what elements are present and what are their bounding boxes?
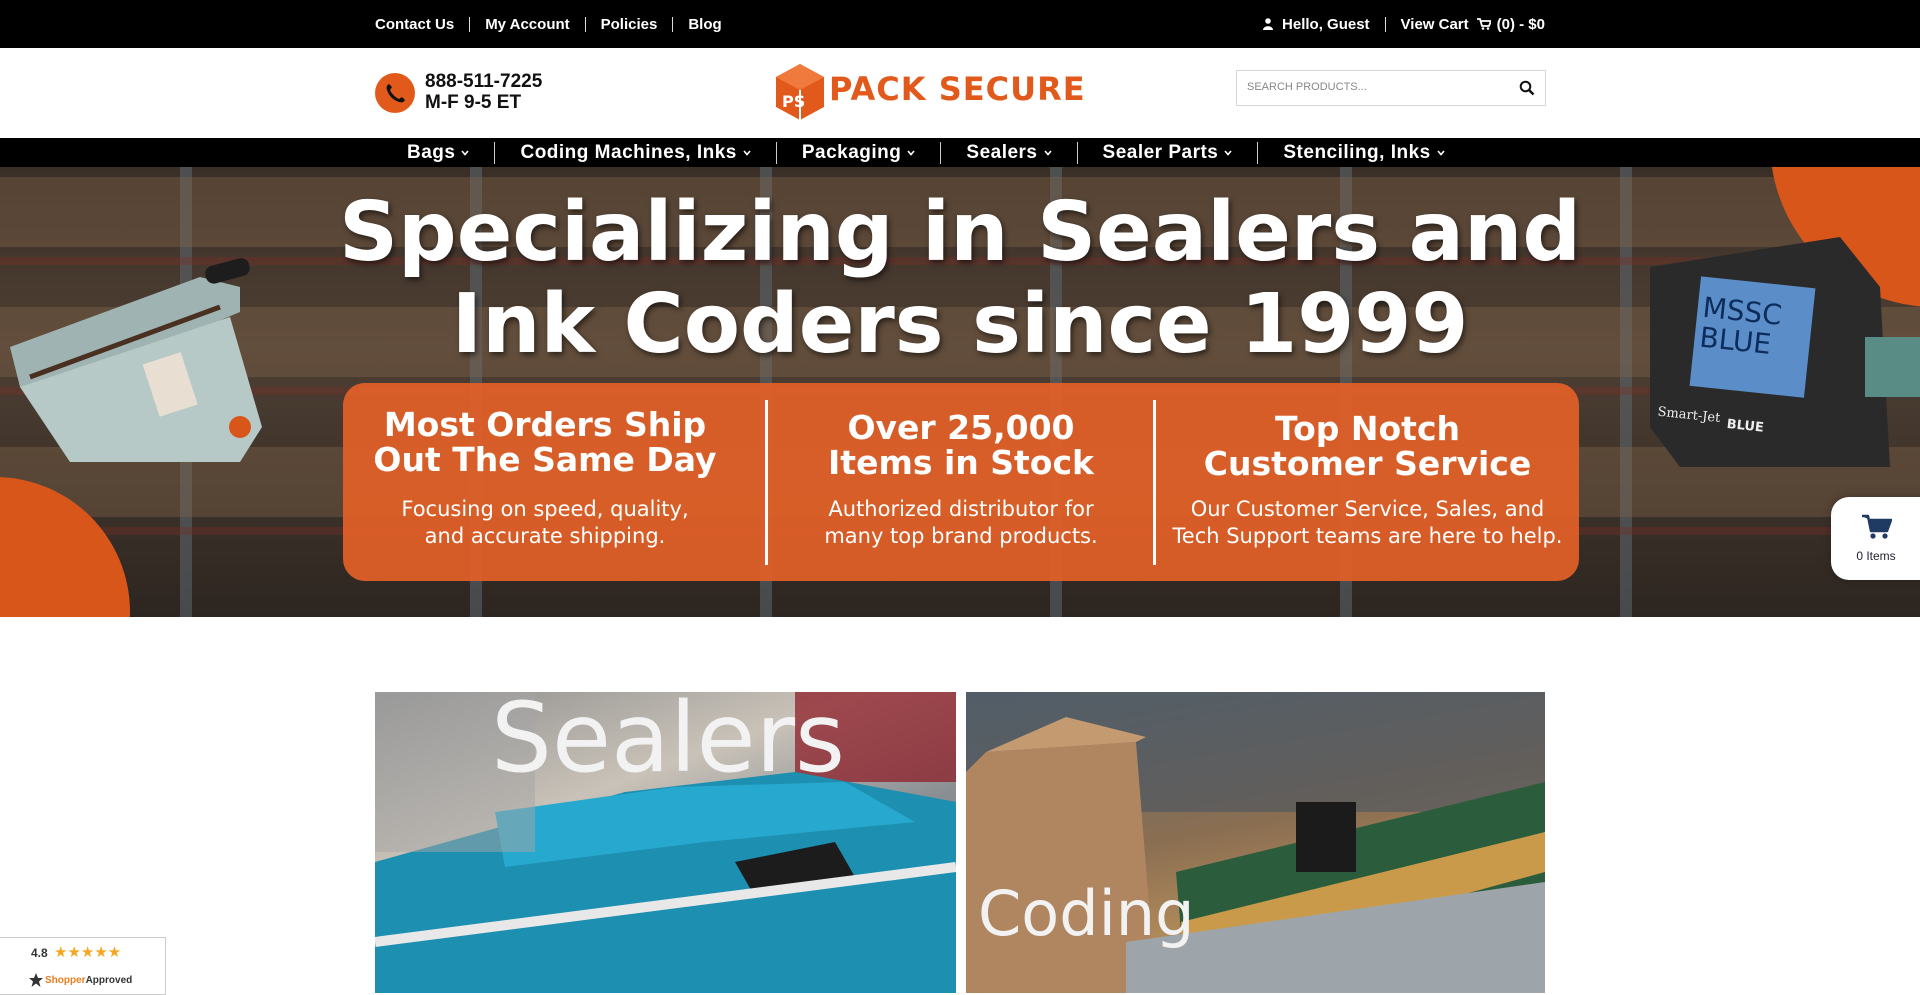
chevron-down-icon (461, 149, 470, 156)
site-header: 888-511-7225 M-F 9-5 ET PS PACK SECURE (0, 48, 1920, 138)
nav-item-sealers[interactable]: Sealers (940, 141, 1076, 164)
shopping-cart-icon (1862, 514, 1892, 539)
chevron-down-icon (743, 149, 751, 156)
search-box (1236, 70, 1546, 106)
rating-brand: ShopperApproved (45, 975, 132, 986)
hero-title: Specializing in Sealers and Ink Coders s… (0, 187, 1920, 371)
divider (672, 16, 674, 32)
hero-banner: MSSC BLUE Smart-Jet BLUE Specializing in… (0, 167, 1920, 617)
nav-item-sealer-parts[interactable]: Sealer Parts (1076, 141, 1258, 164)
hero-title-line-1: Specializing in Sealers and (338, 185, 1582, 280)
chevron-down-icon (1437, 149, 1445, 156)
feature-shipping: Most Orders Ship Out The Same Day Focusi… (343, 383, 747, 581)
nav-item-bags[interactable]: Bags (382, 142, 494, 164)
blog-link[interactable]: Blog (688, 16, 721, 33)
contact-us-link[interactable]: Contact Us (375, 16, 454, 33)
phone-icon[interactable] (375, 73, 415, 113)
chevron-down-icon (1043, 149, 1052, 156)
feature-text-line: many top brand products. (824, 524, 1098, 548)
category-label-sealers: Sealers (491, 692, 846, 794)
floating-cart-button[interactable]: 0 Items (1831, 497, 1920, 580)
feature-text-line: Authorized distributor for (828, 497, 1094, 521)
category-label-coding: Coding (978, 877, 1195, 950)
feature-heading-line: Over 25,000 (847, 408, 1075, 447)
divider (584, 16, 586, 32)
phone-number[interactable]: 888-511-7225 (425, 71, 542, 92)
nav-label: Stenciling, Inks (1283, 141, 1431, 163)
feature-heading: Over 25,000 Items in Stock (768, 410, 1154, 480)
main-navigation: Bags Coding Machines, Inks Packaging Sea… (0, 138, 1920, 167)
feature-heading-line: Items in Stock (828, 443, 1094, 482)
feature-panel: Most Orders Ship Out The Same Day Focusi… (343, 383, 1579, 581)
feature-heading-line: Top Notch (1274, 409, 1461, 448)
feature-text-line: Tech Support teams are here to help. (1172, 524, 1563, 548)
hero-title-line-2: Ink Coders since 1999 (451, 277, 1469, 372)
feature-text: Focusing on speed, quality, and accurate… (343, 496, 747, 550)
feature-text-line: and accurate shipping. (424, 524, 666, 548)
brand-prefix: Shopper (45, 975, 86, 986)
nav-label: Bags (407, 141, 456, 163)
feature-heading: Most Orders Ship Out The Same Day (343, 407, 747, 477)
feature-heading-line: Most Orders Ship (383, 405, 707, 444)
feature-heading: Top Notch Customer Service (1156, 411, 1579, 481)
rating-score: 4.8 (31, 946, 48, 960)
star-icon: ★★★★★ (54, 944, 122, 961)
business-hours: M-F 9-5 ET (425, 92, 522, 113)
feature-heading-line: Customer Service (1203, 444, 1532, 483)
feature-text: Our Customer Service, Sales, and Tech Su… (1156, 496, 1579, 550)
feature-service: Top Notch Customer Service Our Customer … (1156, 383, 1579, 581)
user-icon (1263, 18, 1274, 30)
nav-label: Packaging (801, 141, 902, 163)
feature-heading-line: Out The Same Day (373, 440, 717, 479)
feature-text-line: Our Customer Service, Sales, and (1190, 497, 1545, 521)
category-tile-coding[interactable]: Coding (966, 692, 1545, 993)
logo-text: PACK SECURE (829, 70, 1086, 108)
account-cart-area: Hello, Guest View Cart (0) - $0 (1263, 0, 1545, 48)
logo-mark-icon: PS (776, 64, 824, 120)
top-utility-bar: Contact Us My Account Policies Blog Hell… (0, 0, 1920, 48)
search-icon[interactable] (1519, 80, 1535, 96)
policies-link[interactable]: Policies (601, 16, 658, 33)
chevron-down-icon (907, 149, 915, 156)
greeting-text[interactable]: Hello, Guest (1282, 16, 1370, 33)
floating-cart-count: 0 Items (1856, 549, 1896, 563)
nav-item-coding-machines[interactable]: Coding Machines, Inks (494, 141, 775, 164)
nav-label: Sealer Parts (1102, 141, 1219, 163)
nav-item-stenciling[interactable]: Stenciling, Inks (1257, 141, 1469, 164)
divider (469, 16, 471, 32)
search-input[interactable] (1237, 71, 1517, 103)
cart-icon[interactable] (1476, 18, 1491, 30)
shopper-approved-badge[interactable]: 4.8 ★★★★★ ShopperApproved (0, 937, 166, 995)
view-cart-link[interactable]: View Cart (1401, 16, 1469, 33)
phone-info: 888-511-7225 M-F 9-5 ET (425, 71, 542, 113)
approved-star-icon (29, 973, 43, 987)
category-tile-sealers[interactable]: Sealers (375, 692, 956, 993)
nav-label: Coding Machines, Inks (520, 141, 737, 163)
chevron-down-icon (1224, 149, 1232, 156)
nav-item-packaging[interactable]: Packaging (775, 141, 941, 164)
feature-stock: Over 25,000 Items in Stock Authorized di… (768, 383, 1154, 581)
svg-text:PS: PS (782, 92, 805, 111)
feature-text-line: Focusing on speed, quality, (401, 497, 689, 521)
divider (1384, 16, 1386, 32)
my-account-link[interactable]: My Account (485, 16, 569, 33)
cart-summary[interactable]: (0) - $0 (1497, 16, 1545, 33)
brand-suffix: Approved (85, 975, 133, 986)
top-links: Contact Us My Account Policies Blog (375, 0, 722, 48)
feature-text: Authorized distributor for many top bran… (768, 496, 1154, 550)
nav-label: Sealers (966, 141, 1038, 163)
pack-secure-logo[interactable]: PS PACK SECURE (773, 62, 1085, 124)
